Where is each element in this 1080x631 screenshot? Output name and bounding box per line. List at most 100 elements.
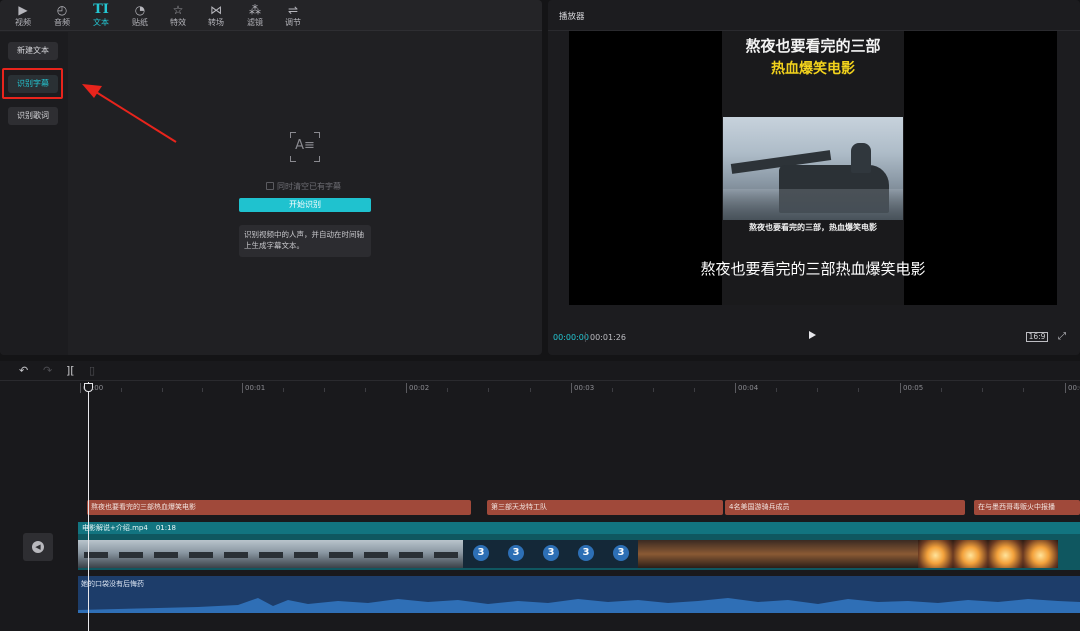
- time-divider: [585, 332, 586, 342]
- thumbnail: [463, 540, 498, 568]
- recognition-tip: 识别视频中的人声，并自动在时间轴上生成字幕文本。: [239, 225, 371, 257]
- thumbnail: [743, 540, 778, 568]
- filter-icon: ⁂: [249, 3, 261, 17]
- tab-label: 文本: [93, 18, 109, 27]
- player-title: 播放器: [559, 12, 585, 22]
- thumbnail: [218, 540, 253, 568]
- checkbox-icon[interactable]: [266, 182, 274, 190]
- thumbnail: [358, 540, 393, 568]
- video-clip-duration: 01:18: [155, 524, 176, 532]
- video-inner-subtitle: 熬夜也要看完的三部，热血爆笑电影: [749, 223, 877, 232]
- text-icon: TI: [93, 2, 109, 17]
- recognize-lyrics-button[interactable]: 识别歌词: [8, 107, 58, 125]
- thumbnail: [988, 540, 1023, 568]
- tab-sticker[interactable]: ◔ 贴纸: [123, 2, 157, 30]
- thumbnail: [638, 540, 673, 568]
- thumbnail: [918, 540, 953, 568]
- total-time: 00:01:26: [590, 333, 626, 342]
- video-icon: ▶: [18, 3, 28, 17]
- tab-label: 滤镜: [247, 18, 263, 27]
- delete-icon[interactable]: ▯: [89, 365, 95, 376]
- tab-transition[interactable]: ⋈ 转场: [199, 2, 233, 30]
- audio-icon: ◴: [56, 3, 68, 17]
- video-title-line1: 熬夜也要看完的三部: [745, 37, 881, 55]
- new-text-button[interactable]: 新建文本: [8, 42, 58, 60]
- tab-filter[interactable]: ⁂ 滤镜: [238, 2, 272, 30]
- thumbnail: [253, 540, 288, 568]
- player-header: 播放器: [548, 0, 1080, 31]
- ruler-tick: 00:06: [1065, 383, 1080, 393]
- video-clip-header: 电影解说+介绍.mp4 01:18: [78, 522, 1080, 534]
- subtitle-clip[interactable]: 在与墨西哥毒贩火中报播: [974, 500, 1080, 515]
- ruler-tick: 00:05: [900, 383, 923, 393]
- thumbnail: [883, 540, 918, 568]
- clear-existing-checkbox[interactable]: 同时清空已有字幕: [266, 181, 341, 193]
- tab-label: 视频: [15, 18, 31, 27]
- tab-effects[interactable]: ☆ 特效: [161, 2, 195, 30]
- icon-text: A≡: [295, 138, 315, 153]
- split-icon[interactable]: ][: [66, 365, 75, 376]
- sticker-icon: ◔: [134, 3, 146, 17]
- thumbnail: [1023, 540, 1058, 568]
- playhead-handle[interactable]: [84, 383, 93, 392]
- audio-track-clip[interactable]: 她的口袋没有后悔药: [78, 576, 1080, 613]
- tab-video[interactable]: ▶ 视频: [6, 2, 40, 30]
- thumbnail: [708, 540, 743, 568]
- redo-icon[interactable]: ↷: [43, 365, 52, 376]
- adjust-icon: ⇌: [287, 3, 299, 17]
- time-ruler[interactable]: 00:00 00:01 00:02 00:03 00:04 00:05 00:0…: [0, 381, 1080, 395]
- thumbnail: [113, 540, 148, 568]
- subtitle-clip[interactable]: 4名美国游骑兵成员: [725, 500, 965, 515]
- subtitle-recognition-icon: A≡: [290, 132, 320, 162]
- timeline-panel: ↶ ↷ ][ ▯ 00:00 00:01 00:02 00:03 00:04 0…: [0, 361, 1080, 631]
- video-title-line2: 热血爆笑电影: [771, 61, 855, 77]
- thumbnail: [673, 540, 708, 568]
- effects-icon: ☆: [172, 3, 184, 17]
- thumbnail: [288, 540, 323, 568]
- tab-audio[interactable]: ◴ 音频: [45, 2, 79, 30]
- ruler-tick: 00:03: [571, 383, 594, 393]
- ruler-tick: 00:02: [406, 383, 429, 393]
- thumbnail: [78, 540, 113, 568]
- fullscreen-icon[interactable]: ⤢: [1058, 332, 1068, 342]
- tab-label: 调节: [285, 18, 301, 27]
- thumbnail: [568, 540, 603, 568]
- thumbnail: [953, 540, 988, 568]
- start-recognition-button[interactable]: 开始识别: [239, 198, 371, 212]
- thumbnail: [393, 540, 428, 568]
- subtitle-clip[interactable]: 第三部天龙特工队: [487, 500, 723, 515]
- undo-icon[interactable]: ↶: [19, 365, 28, 376]
- video-thumbnails: [78, 540, 1080, 570]
- thumbnail: [603, 540, 638, 568]
- audio-waveform: [78, 598, 1080, 613]
- tab-adjust[interactable]: ⇌ 调节: [276, 2, 310, 30]
- subtitle-overlay[interactable]: 熬夜也要看完的三部热血爆笑电影: [569, 258, 1057, 279]
- thumbnail: [533, 540, 568, 568]
- thumbnail: [148, 540, 183, 568]
- recognize-pane: A≡ 同时清空已有字幕 开始识别 识别视频中的人声，并自动在时间轴上生成字幕文本…: [68, 32, 542, 355]
- timeline-toolbar: ↶ ↷ ][ ▯: [0, 361, 1080, 381]
- tab-label: 音频: [54, 18, 70, 27]
- tab-label: 贴纸: [132, 18, 148, 27]
- thumbnail: [498, 540, 533, 568]
- media-panel: ▶ 视频 ◴ 音频 TI 文本 ◔ 贴纸 ☆ 特效 ⋈ 转场 ⁂ 滤镜 ⇌ 调节: [0, 0, 542, 355]
- aspect-ratio-button[interactable]: 16:9: [1026, 332, 1048, 342]
- track-audio-toggle[interactable]: ◀: [23, 533, 53, 561]
- playhead[interactable]: [88, 382, 89, 631]
- play-icon[interactable]: [809, 331, 816, 339]
- video-track-clip[interactable]: 电影解说+介绍.mp4 01:18: [78, 522, 1080, 570]
- checkbox-label: 同时清空已有字幕: [277, 182, 341, 191]
- preview-screen[interactable]: 熬夜也要看完的三部 热血爆笑电影 熬夜也要看完的三部，热血爆笑电影 熬夜也要看完…: [569, 31, 1057, 305]
- thumbnail: [323, 540, 358, 568]
- video-clip-name: 电影解说+介绍.mp4: [82, 524, 148, 532]
- thumbnail: [428, 540, 463, 568]
- current-time: 00:00:00: [553, 333, 589, 342]
- transition-icon: ⋈: [210, 3, 222, 17]
- subtitle-clip[interactable]: 熬夜也要看完的三部热血爆笑电影: [87, 500, 471, 515]
- tab-text[interactable]: TI 文本: [84, 2, 118, 30]
- thumbnail: [778, 540, 813, 568]
- movie-still: [723, 117, 903, 220]
- tool-tabs: ▶ 视频 ◴ 音频 TI 文本 ◔ 贴纸 ☆ 特效 ⋈ 转场 ⁂ 滤镜 ⇌ 调节: [0, 0, 542, 31]
- thumbnail: [848, 540, 883, 568]
- thumbnail: [813, 540, 848, 568]
